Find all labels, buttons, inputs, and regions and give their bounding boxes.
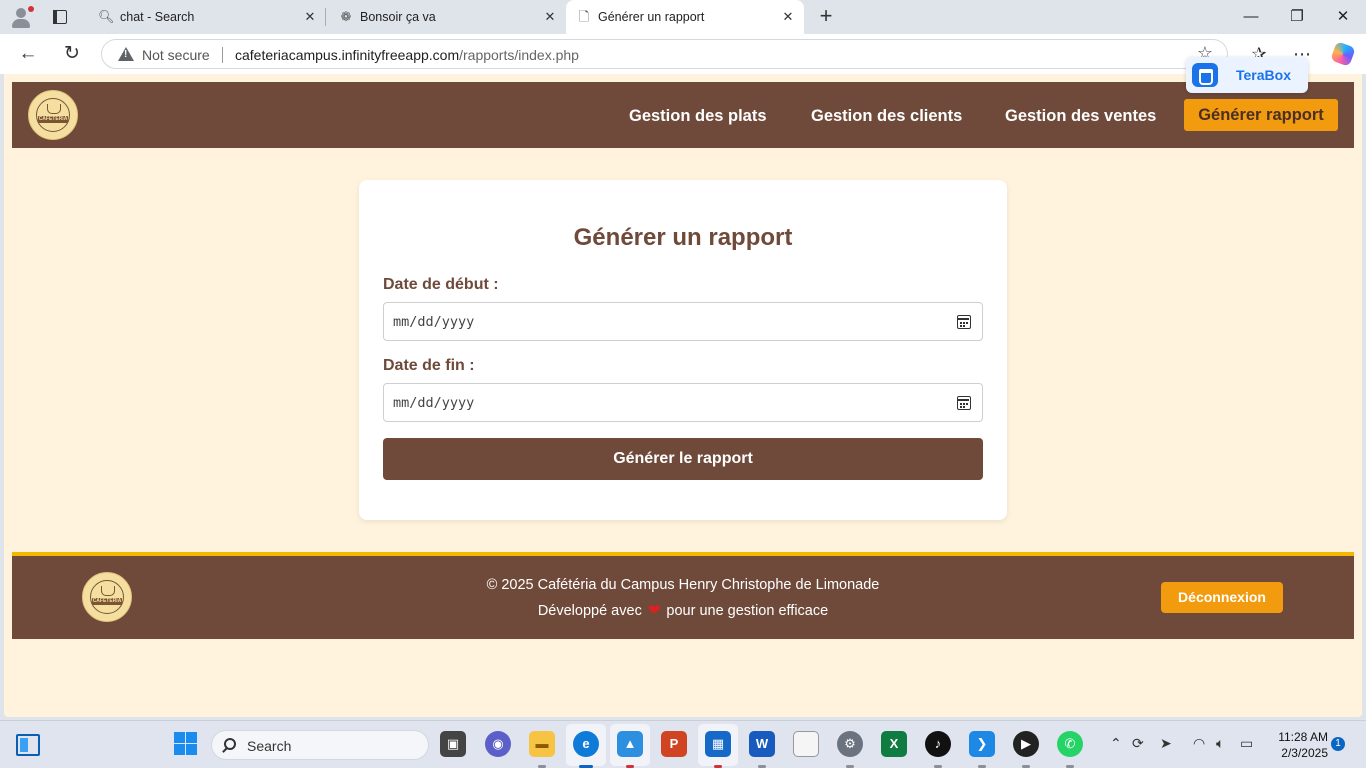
tab-label: Bonsoir ça va (360, 10, 436, 24)
search-icon: 🔍︎ (98, 9, 115, 24)
browser-toolbar: ← ↻ Not secure cafeteriacampus.infinityf… (0, 34, 1366, 74)
search-icon (224, 738, 236, 750)
generate-report-button[interactable]: Générer le rapport (383, 438, 983, 480)
clock-date: 2/3/2025 (1281, 746, 1328, 760)
tab-label: Générer un rapport (598, 10, 705, 24)
form-title: Générer un rapport (573, 224, 793, 251)
browser-tab-strip: 🔍︎ chat - Search ✕ ❁ Bonsoir ça va ✕ 🗋 G… (0, 0, 1366, 34)
close-icon[interactable]: ✕ (302, 9, 318, 25)
widgets-icon[interactable] (16, 734, 40, 756)
page-viewport: CAFÉTÉRIA Gestion des plats Gestion des … (4, 74, 1362, 717)
battery-icon[interactable]: ▭ (1240, 735, 1253, 752)
settings-gear-icon[interactable]: ⚙ (837, 731, 863, 768)
footer-copyright: © 2025 Cafétéria du Campus Henry Christo… (486, 577, 880, 593)
report-form-card: Générer un rapport Date de début : mm/dd… (359, 180, 1007, 520)
close-icon[interactable]: ✕ (542, 9, 558, 25)
new-tab-button[interactable]: + (814, 5, 838, 29)
address-divider (222, 47, 223, 63)
terabox-extension-popup[interactable]: TeraBox (1186, 57, 1308, 93)
end-date-input[interactable]: mm/dd/yyyy (383, 383, 983, 422)
powerpoint-icon[interactable]: P (661, 731, 687, 757)
back-button[interactable]: ← (15, 41, 41, 67)
warning-icon[interactable] (118, 46, 134, 62)
minimize-button[interactable]: — (1228, 4, 1274, 30)
vscode-icon[interactable]: ❯ (969, 731, 995, 768)
site-footer: CAFÉTÉRIA © 2025 Cafétéria du Campus Hen… (12, 552, 1354, 639)
nav-gestion-plats[interactable]: Gestion des plats (629, 107, 767, 126)
word-icon[interactable]: W (749, 731, 775, 768)
close-window-button[interactable]: ✕ (1320, 4, 1366, 30)
site-header: CAFÉTÉRIA Gestion des plats Gestion des … (12, 82, 1354, 148)
tab-bonsoir[interactable]: ❁ Bonsoir ça va ✕ (328, 0, 566, 34)
location-icon[interactable]: ➤ (1160, 735, 1172, 752)
url-text[interactable]: cafeteriacampus.infinityfreeapp.com/rapp… (235, 47, 579, 63)
close-icon[interactable]: ✕ (780, 9, 796, 25)
task-view-icon[interactable]: ▣ (440, 731, 466, 757)
chevron-up-icon[interactable]: ⌃ (1110, 735, 1122, 752)
edge-icon[interactable]: e (573, 731, 599, 768)
start-windows-icon[interactable] (173, 731, 199, 757)
openai-icon: ❁ (340, 9, 352, 24)
media-player-icon[interactable]: ▶ (1013, 731, 1039, 768)
notepad-icon[interactable] (793, 731, 819, 757)
nav-gestion-clients[interactable]: Gestion des clients (811, 107, 962, 126)
volume-icon[interactable]: 🔈︎ (1216, 735, 1224, 752)
wifi-icon[interactable]: ◠ (1193, 735, 1205, 752)
photos-icon[interactable]: ▲ (617, 731, 643, 768)
store-icon[interactable]: ▦ (705, 731, 731, 768)
start-date-input[interactable]: mm/dd/yyyy (383, 302, 983, 341)
notification-badge[interactable]: 1 (1331, 737, 1345, 751)
security-label[interactable]: Not secure (142, 47, 210, 63)
nav-generer-rapport-button[interactable]: Générer rapport (1184, 99, 1338, 131)
chat-icon[interactable]: ◉ (485, 731, 511, 757)
end-date-label: Date de fin : (383, 357, 475, 374)
terabox-name: TeraBox (1236, 67, 1291, 83)
taskbar: Search ▣ ◉ ▬ e ▲ P ▦ W ⚙ X ♪ ❯ ▶ ✆ ⌃ ⟳ ➤… (0, 720, 1366, 768)
clock-time: 11:28 AM (1278, 730, 1328, 744)
footer-credit: Développé avec ❤ pour une gestion efficace (537, 602, 829, 619)
nav-gestion-ventes[interactable]: Gestion des ventes (1005, 107, 1156, 126)
terabox-logo-icon (1192, 63, 1218, 87)
sync-icon[interactable]: ⟳ (1132, 735, 1144, 752)
address-bar[interactable]: Not secure cafeteriacampus.infinityfreea… (101, 39, 1228, 69)
file-explorer-icon[interactable]: ▬ (529, 731, 555, 768)
tab-generer-rapport[interactable]: 🗋 Générer un rapport ✕ (566, 0, 804, 34)
end-date-placeholder: mm/dd/yyyy (393, 395, 475, 411)
taskbar-search[interactable]: Search (211, 730, 429, 760)
calendar-icon[interactable] (957, 396, 971, 410)
tab-label: chat - Search (120, 10, 195, 24)
cafeteria-logo[interactable]: CAFÉTÉRIA (28, 90, 78, 140)
system-clock[interactable]: 11:28 AM 2/3/2025 (1270, 729, 1328, 761)
profile-avatar-icon[interactable] (8, 4, 34, 30)
refresh-button[interactable]: ↻ (59, 41, 85, 67)
page-icon: 🗋 (578, 9, 590, 24)
tab-actions-icon[interactable] (50, 7, 70, 27)
whatsapp-icon[interactable]: ✆ (1057, 731, 1083, 768)
logout-button[interactable]: Déconnexion (1161, 582, 1283, 613)
start-date-placeholder: mm/dd/yyyy (393, 314, 475, 330)
tiktok-icon[interactable]: ♪ (925, 731, 951, 768)
start-date-label: Date de début : (383, 276, 499, 293)
heart-icon: ❤ (647, 602, 661, 619)
tab-chat-search[interactable]: 🔍︎ chat - Search ✕ (88, 0, 326, 34)
calendar-icon[interactable] (957, 315, 971, 329)
excel-icon[interactable]: X (881, 731, 907, 757)
restore-button[interactable]: ❐ (1274, 4, 1320, 30)
